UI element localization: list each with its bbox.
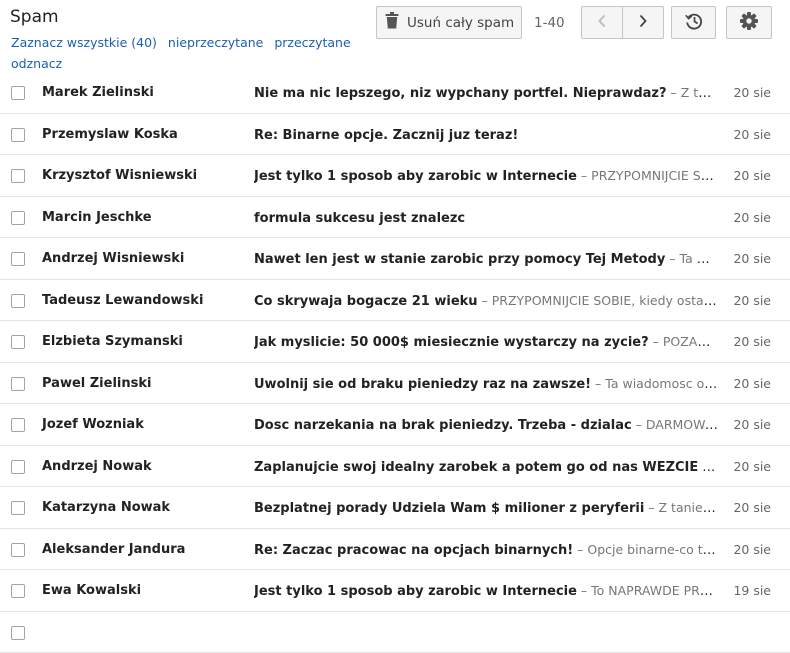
message-row[interactable]: Tadeusz Lewandowski Co skrywaja bogacze … <box>0 280 790 322</box>
message-row[interactable] <box>0 612 790 653</box>
message-row[interactable]: Ewa Kowalski Jest tylko 1 sposob aby zar… <box>0 570 790 612</box>
row-checkbox[interactable] <box>11 294 25 308</box>
chevron-right-icon <box>638 13 648 32</box>
row-checkbox[interactable] <box>11 626 25 640</box>
message-sender: Pawel Zielinski <box>42 363 151 404</box>
row-checkbox[interactable] <box>11 86 25 100</box>
message-snippet: – Ta wiadomosc oczywi... <box>591 376 718 392</box>
message-row[interactable]: Aleksander Jandura Re: Zaczac pracowac n… <box>0 529 790 571</box>
message-sender: Ewa Kowalski <box>42 570 141 611</box>
message-date: 20 sie <box>733 238 771 279</box>
delete-all-spam-button[interactable]: Usuń cały spam <box>376 6 522 39</box>
row-checkbox[interactable] <box>11 211 25 225</box>
message-subject: Nie ma nic lepszego, niz wypchany portfe… <box>254 86 667 101</box>
message-date: 20 sie <box>733 529 771 570</box>
message-list: Marek Zielinski Nie ma nic lepszego, niz… <box>0 72 790 653</box>
message-sender: Krzysztof Wisniewski <box>42 155 197 196</box>
message-date: 20 sie <box>733 72 771 113</box>
message-row[interactable]: Jozef Wozniak Dosc narzekania na brak pi… <box>0 404 790 446</box>
row-checkbox[interactable] <box>11 460 25 474</box>
trash-icon <box>385 12 399 33</box>
select-all-link[interactable]: Zaznacz wszystkie (40) <box>11 35 157 50</box>
message-snippet: – Ta wiado... <box>665 251 718 267</box>
row-checkbox[interactable] <box>11 584 25 598</box>
gear-icon <box>739 11 759 35</box>
message-subject: Zaplanujcie swoj idealny zarobek a potem… <box>254 460 698 475</box>
deselect-link[interactable]: odznacz <box>11 56 62 71</box>
row-checkbox[interactable] <box>11 128 25 142</box>
history-icon <box>684 11 704 35</box>
message-row[interactable]: Przemyslaw Koska Re: Binarne opcje. Zacz… <box>0 114 790 156</box>
history-button[interactable] <box>671 6 716 39</box>
message-snippet: – Z taniego ... <box>667 85 718 101</box>
message-sender: Jozef Wozniak <box>42 404 144 445</box>
message-subject: Uwolnij sie od braku pieniedzy raz na za… <box>254 377 591 392</box>
select-unread-link[interactable]: nieprzeczytane <box>168 35 263 50</box>
message-sender: Andrzej Nowak <box>42 446 152 487</box>
message-row[interactable]: Elzbieta Szymanski Jak myslicie: 50 000$… <box>0 321 790 363</box>
message-row[interactable]: Katarzyna Nowak Bezplatnej porady Udziel… <box>0 487 790 529</box>
message-subject: Re: Binarne opcje. Zacznij juz teraz! <box>254 128 518 143</box>
message-row[interactable]: Krzysztof Wisniewski Jest tylko 1 sposob… <box>0 155 790 197</box>
message-row[interactable]: Pawel Zielinski Uwolnij sie od braku pie… <box>0 363 790 405</box>
select-read-link[interactable]: przeczytane <box>274 35 350 50</box>
row-checkbox[interactable] <box>11 335 25 349</box>
message-date: 20 sie <box>733 446 771 487</box>
row-checkbox[interactable] <box>11 418 25 432</box>
row-checkbox[interactable] <box>11 252 25 266</box>
message-sender: Tadeusz Lewandowski <box>42 280 203 321</box>
message-row[interactable]: Marek Zielinski Nie ma nic lepszego, niz… <box>0 72 790 114</box>
message-subject: Jak myslicie: 50 000$ miesiecznie wystar… <box>254 335 649 350</box>
selection-filters: Zaznacz wszystkie (40) nieprzeczytane prze… <box>11 32 351 74</box>
message-date: 20 sie <box>733 197 771 238</box>
page-range: 1-40 <box>534 15 565 31</box>
message-sender: Przemyslaw Koska <box>42 114 178 155</box>
message-sender: Aleksander Jandura <box>42 529 185 570</box>
row-checkbox[interactable] <box>11 377 25 391</box>
toolbar-header: Spam Zaznacz wszystkie (40) nieprzeczytan… <box>0 0 790 79</box>
message-subject: Re: Zaczac pracowac na opcjach binarnych… <box>254 543 573 558</box>
message-date: 20 sie <box>733 114 771 155</box>
message-subject: formula sukcesu jest znalezc <box>254 211 465 226</box>
prev-page-button[interactable] <box>581 6 623 39</box>
message-row[interactable]: Andrzej Wisniewski Nawet len jest w stan… <box>0 238 790 280</box>
next-page-button[interactable] <box>622 6 664 39</box>
message-sender: Elzbieta Szymanski <box>42 321 183 362</box>
message-row[interactable]: Marcin Jeschke formula sukcesu jest znal… <box>0 197 790 239</box>
message-subject: Bezplatnej porady Udziela Wam $ milioner… <box>254 501 644 516</box>
row-checkbox[interactable] <box>11 543 25 557</box>
message-date: 20 sie <box>733 363 771 404</box>
message-subject: Nawet len jest w stanie zarobic przy pom… <box>254 252 665 267</box>
row-checkbox[interactable] <box>11 501 25 515</box>
message-subject: Dosc narzekania na brak pieniedzy. Trzeb… <box>254 418 632 433</box>
message-sender: Andrzej Wisniewski <box>42 238 184 279</box>
message-subject: Jest tylko 1 sposob aby zarobic w Intern… <box>254 169 577 184</box>
message-date: 19 sie <box>733 570 771 611</box>
message-date: 20 sie <box>733 404 771 445</box>
delete-all-spam-label: Usuń cały spam <box>407 15 514 31</box>
message-snippet: – Z taniego mi... <box>644 500 718 516</box>
message-date: 20 sie <box>733 155 771 196</box>
message-row[interactable]: Andrzej Nowak Zaplanujcie swoj idealny z… <box>0 446 790 488</box>
message-sender: Marek Zielinski <box>42 72 154 113</box>
message-snippet: – Opcje binarne-co to jest ... <box>573 542 718 558</box>
message-snippet: – PRZYPOMNIJCIE SOBIE, ... <box>577 168 718 184</box>
message-subject: Jest tylko 1 sposob aby zarobic w Intern… <box>254 584 577 599</box>
message-snippet: – To N... <box>698 459 718 475</box>
message-snippet: – POZAR LASU ... <box>649 334 718 350</box>
message-date: 20 sie <box>733 321 771 362</box>
message-date: 20 sie <box>733 280 771 321</box>
settings-button[interactable] <box>726 6 772 39</box>
chevron-left-icon <box>597 13 607 32</box>
message-subject: Co skrywaja bogacze 21 wieku <box>254 294 478 309</box>
folder-title: Spam <box>10 7 59 27</box>
message-sender: Katarzyna Nowak <box>42 487 170 528</box>
row-checkbox[interactable] <box>11 169 25 183</box>
message-sender: Marcin Jeschke <box>42 197 152 238</box>
message-snippet: – DARMOWA pr... <box>632 417 718 433</box>
message-snippet: – PRZYPOMNIJCIE SOBIE, kiedy ostatnio k.… <box>478 293 718 309</box>
message-date: 20 sie <box>733 487 771 528</box>
message-snippet: – To NAPRAWDE PRZYDA... <box>577 583 718 599</box>
